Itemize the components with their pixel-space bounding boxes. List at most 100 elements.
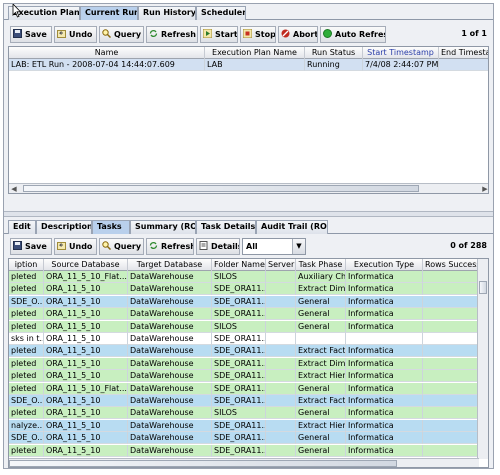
table-cell: DataWarehouse <box>128 345 212 358</box>
query-button[interactable]: Query <box>99 26 144 43</box>
table-cell: ORA_11_5_10 <box>44 333 128 345</box>
table-row[interactable]: pleted ORA_11_5_10 DataWarehouse SDE_ORA11.… <box>9 370 479 383</box>
tasks-vscrollbar[interactable] <box>477 259 488 459</box>
column-header-folder-name[interactable]: Folder Name <box>212 259 266 271</box>
table-cell: pleted <box>9 444 44 457</box>
table-row[interactable]: pleted ORA_11_5_10_Flat... DataWarehouse SI… <box>9 271 479 283</box>
table-cell: ORA_11_5_10 <box>44 320 128 333</box>
column-header-run-status[interactable]: Run Status <box>305 47 363 59</box>
dac-window: Execution Plans Current Run Run History … <box>3 3 494 469</box>
table-cell <box>439 59 488 71</box>
tab-scheduler[interactable]: Scheduler <box>196 6 246 20</box>
tasks-hscrollbar[interactable] <box>9 458 479 467</box>
table-cell: ORA_11_5_10 <box>44 395 128 407</box>
abort-button[interactable]: Abort <box>278 26 318 43</box>
tasks-table-header: iption Source Database Target Database Fold… <box>9 259 479 271</box>
table-row[interactable]: SDE_O... ORA_11_5_10 DataWarehouse SDE_ORA1… <box>9 395 479 407</box>
table-cell: Informatica <box>346 444 423 457</box>
table-cell: SDE_ORA11... <box>212 283 266 296</box>
tab-description[interactable]: Description <box>36 220 92 234</box>
column-header-execution-plan-name[interactable]: Execution Plan Name <box>205 47 305 59</box>
table-row[interactable]: pleted ORA_11_5_10 DataWarehouse SDE_ORA11.… <box>9 283 479 296</box>
tasks-query-button[interactable]: Query <box>99 238 144 255</box>
table-cell: SDE_ORA11... <box>212 295 266 308</box>
table-cell: DataWarehouse <box>128 308 212 321</box>
table-cell: SDE_ORA11... <box>212 444 266 457</box>
tasks-refresh-button[interactable]: Refresh <box>146 238 194 255</box>
task-filter-select[interactable]: All ▼ <box>242 238 306 255</box>
stop-button[interactable]: Stop <box>240 26 276 43</box>
table-row[interactable]: pleted ORA_11_5_10 DataWarehouse SDE_ORA11.… <box>9 444 479 457</box>
column-header-start-timestamp[interactable]: Start Timestamp <box>363 47 439 59</box>
column-header-server[interactable]: Server <box>266 259 296 271</box>
table-cell: Informatica <box>346 283 423 296</box>
column-header-end-timestamp[interactable]: End Timestamp <box>439 47 488 59</box>
table-cell: DataWarehouse <box>128 395 212 407</box>
table-row[interactable]: pleted ORA_11_5_10 DataWarehouse SILOS Gener… <box>9 407 479 420</box>
table-cell <box>423 382 479 395</box>
table-row[interactable]: pleted ORA_11_5_10 DataWarehouse SILOS Gener… <box>9 320 479 333</box>
run-table-hscrollbar[interactable]: ◀ ▶ <box>9 183 488 193</box>
table-row[interactable]: nalyze... ORA_11_5_10 DataWarehouse SDE_ORA… <box>9 419 479 432</box>
start-button[interactable]: Start <box>200 26 238 43</box>
table-row[interactable]: SDE_O... ORA_11_5_10 DataWarehouse SDE_ORA1… <box>9 295 479 308</box>
table-row[interactable]: pleted ORA_11_5_10 DataWarehouse SDE_ORA11.… <box>9 345 479 358</box>
tab-run-history[interactable]: Run History <box>138 6 196 20</box>
auto-refresh-icon <box>323 28 332 38</box>
table-cell <box>266 382 296 395</box>
table-cell: ORA_11_5_10 <box>44 444 128 457</box>
auto-refresh-button[interactable]: Auto Refresh <box>320 26 386 43</box>
tab-task-details[interactable]: Task Details <box>196 220 256 234</box>
table-cell: Extract Dim... <box>296 283 346 296</box>
table-row[interactable]: SDE_O... ORA_11_5_10 DataWarehouse SDE_ORA1… <box>9 432 479 445</box>
table-row[interactable]: pleted ORA_11_5_10 DataWarehouse SDE_ORA11.… <box>9 308 479 321</box>
table-cell: SDE_O... <box>9 395 44 407</box>
column-header-execution-type[interactable]: Execution Type <box>346 259 423 271</box>
table-cell: ORA_11_5_10_Flat... <box>44 382 128 395</box>
table-row[interactable]: pleted ORA_11_5_10 DataWarehouse SDE_ORA11.… <box>9 357 479 370</box>
table-row[interactable]: LAB: ETL Run - 2008-07-04 14:44:07.609 LA… <box>9 59 488 71</box>
table-cell: DataWarehouse <box>128 432 212 445</box>
start-icon <box>202 28 213 39</box>
table-row[interactable]: sks in t... ORA_11_5_10 DataWarehouse SDE_O… <box>9 333 479 345</box>
refresh-icon <box>149 28 158 37</box>
table-cell <box>296 333 346 345</box>
table-cell: Informatica <box>346 432 423 445</box>
tasks-undo-button[interactable]: Undo <box>54 238 97 255</box>
table-cell: Informatica <box>346 407 423 420</box>
table-cell: SDE_ORA11... <box>212 419 266 432</box>
tasks-hscroll-thumb[interactable] <box>9 460 397 467</box>
tab-tasks[interactable]: Tasks <box>92 220 130 234</box>
column-header-task-phase[interactable]: Task Phase <box>296 259 346 271</box>
undo-button[interactable]: Undo <box>54 26 97 43</box>
scroll-right-icon[interactable]: ▶ <box>480 184 488 193</box>
refresh-icon <box>149 240 158 249</box>
refresh-button[interactable]: Refresh <box>146 26 198 43</box>
table-cell: sks in t... <box>9 333 44 345</box>
tasks-vscroll-thumb[interactable] <box>479 281 487 294</box>
column-header-source-database[interactable]: Source Database <box>44 259 128 271</box>
table-cell <box>423 357 479 370</box>
tasks-save-button[interactable]: Save <box>10 238 52 255</box>
column-header-rows-success[interactable]: Rows Success <box>423 259 479 271</box>
table-cell: ORA_11_5_10 <box>44 295 128 308</box>
details-button[interactable]: Details <box>196 238 240 255</box>
table-cell: General <box>296 432 346 445</box>
tab-summary-ro[interactable]: Summary (RO) <box>130 220 196 234</box>
chevron-down-icon[interactable]: ▼ <box>292 239 305 254</box>
scroll-left-icon[interactable]: ◀ <box>9 184 19 193</box>
column-header-target-database[interactable]: Target Database <box>128 259 212 271</box>
tab-audit-trail-ro[interactable]: Audit Trail (RO) <box>256 220 328 234</box>
table-cell: Extract Fact <box>296 395 346 407</box>
table-cell: SDE_ORA11... <box>212 432 266 445</box>
table-row[interactable]: pleted ORA_11_5_10_Flat... DataWarehouse SD… <box>9 382 479 395</box>
pane-splitter[interactable] <box>4 211 493 217</box>
column-header-description[interactable]: iption <box>9 259 44 271</box>
table-cell <box>266 320 296 333</box>
tab-current-run[interactable]: Current Run <box>80 6 138 20</box>
run-table-scroll-thumb[interactable] <box>23 185 419 192</box>
save-button[interactable]: Save <box>10 26 52 43</box>
tab-edit[interactable]: Edit <box>8 220 36 234</box>
table-cell: LAB <box>205 59 305 71</box>
column-header-name[interactable]: Name <box>9 47 205 59</box>
